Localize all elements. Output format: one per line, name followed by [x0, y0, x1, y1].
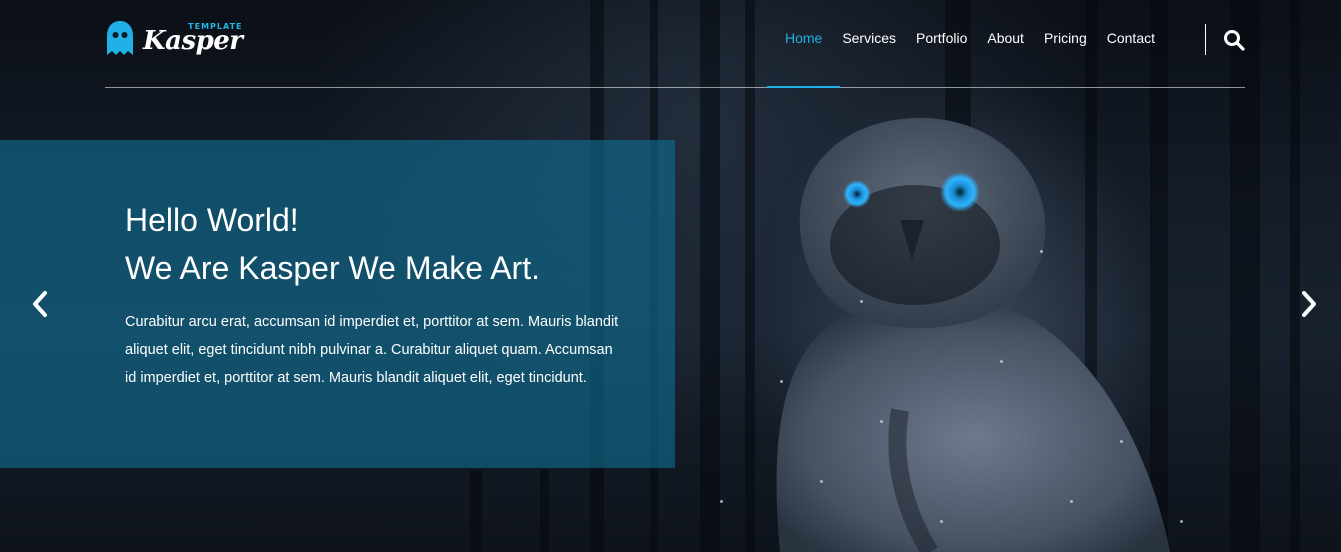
main-nav: Home Services Portfolio About Pricing Co…	[766, 30, 1165, 88]
site-logo[interactable]: TEMPLATE Kasper	[105, 16, 243, 60]
slide-body-text: Curabitur arcu erat, accumsan id imperdi…	[125, 314, 619, 386]
nav-home[interactable]: Home	[766, 30, 841, 88]
slide-heading-line-1: Hello World!	[125, 202, 299, 238]
chevron-right-icon[interactable]	[1299, 290, 1319, 318]
owl-image	[776, 117, 1170, 552]
slide-content-box	[0, 140, 675, 468]
logo-tagline: TEMPLATE	[188, 22, 243, 31]
chevron-left-icon[interactable]	[30, 290, 50, 318]
search-icon[interactable]	[1223, 29, 1245, 51]
nav-divider	[1205, 24, 1206, 55]
ghost-icon	[107, 21, 133, 55]
nav-portfolio[interactable]: Portfolio	[906, 30, 977, 88]
site-header: TEMPLATE Kasper Home Services Portfolio …	[105, 0, 1245, 88]
nav-contact[interactable]: Contact	[1097, 30, 1165, 88]
nav-pricing[interactable]: Pricing	[1034, 30, 1097, 88]
slide-heading-line-2: We Are Kasper We Make Art.	[125, 250, 540, 286]
slide-heading: Hello World! We Are Kasper We Make Art.	[125, 196, 540, 292]
nav-services[interactable]: Services	[832, 30, 906, 88]
nav-about[interactable]: About	[977, 30, 1034, 88]
